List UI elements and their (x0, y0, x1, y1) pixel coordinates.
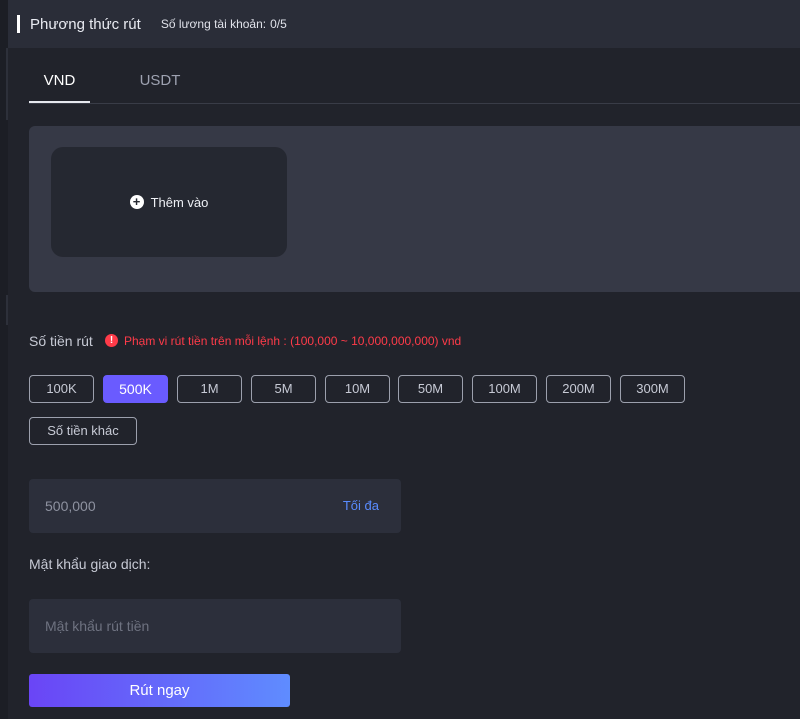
preset-10m[interactable]: 10M (325, 375, 390, 403)
amount-input[interactable] (45, 479, 325, 533)
range-warning-text: Phạm vi rút tiền trên mỗi lệnh : (100,00… (124, 334, 462, 348)
preset-200m[interactable]: 200M (546, 375, 611, 403)
bank-card-area: + Thêm vào (29, 126, 800, 292)
tab-usdt[interactable]: USDT (127, 60, 193, 102)
add-card-label: Thêm vào (150, 194, 209, 210)
password-field (29, 599, 401, 653)
left-divider (6, 295, 8, 325)
currency-tabs: VND USDT (29, 60, 800, 104)
withdraw-now-button[interactable]: Rút ngay (29, 674, 290, 707)
preset-100m[interactable]: 100M (472, 375, 537, 403)
preset-1m[interactable]: 1M (177, 375, 242, 403)
account-count-value: 0/5 (270, 17, 287, 31)
left-divider (6, 48, 8, 120)
add-card-button[interactable]: + Thêm vào (51, 147, 287, 257)
plus-circle-icon: + (129, 195, 144, 209)
section-header: Phương thức rút Số lương tài khoản: 0/5 (8, 0, 800, 48)
amount-label: Số tiền rút (29, 333, 93, 349)
preset-500k[interactable]: 500K (103, 375, 168, 403)
max-amount-link[interactable]: Tối đa (343, 498, 379, 513)
other-amount-button[interactable]: Số tiền khác (29, 417, 137, 445)
left-strip (0, 0, 8, 719)
password-label: Mật khẩu giao dịch: (29, 556, 151, 572)
password-input[interactable] (45, 599, 325, 653)
account-count-label: Số lương tài khoản: (160, 17, 267, 31)
preset-300m[interactable]: 300M (620, 375, 685, 403)
amount-field: Tối đa (29, 479, 401, 533)
preset-50m[interactable]: 50M (398, 375, 463, 403)
preset-100k[interactable]: 100K (29, 375, 94, 403)
page-title: Phương thức rút (30, 15, 141, 33)
preset-5m[interactable]: 5M (251, 375, 316, 403)
alert-circle-icon: ! (105, 334, 118, 347)
tab-vnd[interactable]: VND (29, 60, 90, 103)
header-accent-bar (17, 15, 20, 33)
